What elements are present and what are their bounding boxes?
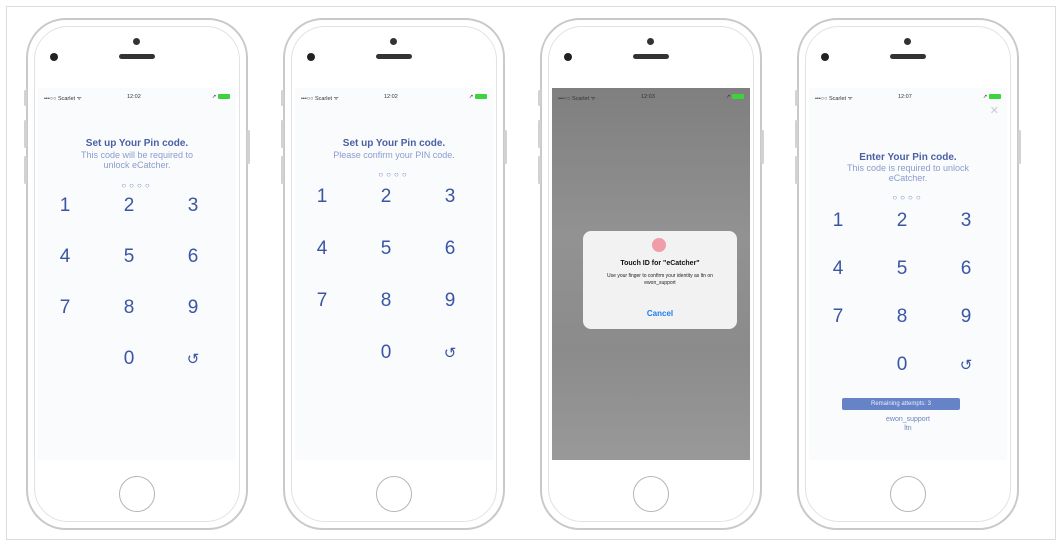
key-8[interactable]: 8 xyxy=(882,306,922,328)
carrier: •••○○ Scarlet ᯤ xyxy=(815,96,853,102)
status-right: ➚ xyxy=(726,94,744,100)
status-bar: •••○○ Scarlet ᯤ 12:02 ➚ xyxy=(295,92,493,104)
username: ewon_support xyxy=(886,416,930,423)
touch-id-dialog: Touch ID for "eCatcher" Use your finger … xyxy=(583,231,737,329)
key-6[interactable]: 6 xyxy=(430,238,470,260)
sensor-icon xyxy=(307,53,315,61)
key-4[interactable]: 4 xyxy=(818,258,858,280)
home-button-icon[interactable] xyxy=(633,476,669,512)
speaker-grille xyxy=(890,54,926,59)
key-8[interactable]: 8 xyxy=(109,297,149,319)
page-title: Set up Your Pin code. xyxy=(85,138,189,149)
carrier: •••○○ Scarlet ᯤ xyxy=(558,96,596,102)
location-arrow-icon: ➚ xyxy=(211,94,217,100)
screen: •••○○ Scarlet ᯤ 12:03 ➚ Touch ID for "eC… xyxy=(552,88,750,460)
reset-icon[interactable]: ↺ xyxy=(430,344,470,362)
status-right: ➚ xyxy=(469,94,487,100)
key-9[interactable]: 9 xyxy=(946,306,986,328)
carrier: •••○○ Scarlet ᯤ xyxy=(44,96,82,102)
screen: •••○○ Scarlet ᯤ 12:07 ➚ ✕ Enter Your Pin… xyxy=(809,88,1007,460)
status-bar: •••○○ Scarlet ᯤ 12:02 ➚ xyxy=(38,92,236,104)
reset-icon[interactable]: ↺ xyxy=(946,356,986,374)
key-2[interactable]: 2 xyxy=(366,186,406,208)
status-bar: •••○○ Scarlet ᯤ 12:03 ➚ xyxy=(552,92,750,104)
key-1[interactable]: 1 xyxy=(302,186,342,208)
status-right: ➚ xyxy=(212,94,230,100)
battery-icon xyxy=(218,94,230,100)
key-6[interactable]: 6 xyxy=(946,258,986,280)
location-arrow-icon: ➚ xyxy=(725,94,731,100)
status-time: 12:07 xyxy=(898,94,912,100)
page-subtitle: This code is required to unlock eCatcher… xyxy=(846,163,970,183)
dialog-body: Use your finger to confirm your identity… xyxy=(607,273,713,286)
key-9[interactable]: 9 xyxy=(173,297,213,319)
dialog-title: Touch ID for "eCatcher" xyxy=(620,260,700,267)
key-4[interactable]: 4 xyxy=(45,246,85,268)
key-3[interactable]: 3 xyxy=(173,195,213,217)
screen: •••○○ Scarlet ᯤ 12:02 ➚ Set up Your Pin … xyxy=(38,88,236,460)
pin-dots: ○○○○ xyxy=(121,181,153,190)
speaker-grille xyxy=(633,54,669,59)
page-title: Enter Your Pin code. xyxy=(859,152,957,163)
phone-4: •••○○ Scarlet ᯤ 12:07 ➚ ✕ Enter Your Pin… xyxy=(795,18,1021,530)
close-icon[interactable]: ✕ xyxy=(990,104,999,117)
speaker-grille xyxy=(119,54,155,59)
key-7[interactable]: 7 xyxy=(302,290,342,312)
battery-icon xyxy=(989,94,1001,100)
front-camera-icon xyxy=(133,38,140,45)
key-0[interactable]: 0 xyxy=(366,342,406,364)
key-7[interactable]: 7 xyxy=(818,306,858,328)
key-1[interactable]: 1 xyxy=(45,195,85,217)
front-camera-icon xyxy=(390,38,397,45)
key-5[interactable]: 5 xyxy=(109,246,149,268)
key-9[interactable]: 9 xyxy=(430,290,470,312)
key-5[interactable]: 5 xyxy=(882,258,922,280)
pin-dots: ○○○○ xyxy=(378,170,410,179)
fingerprint-icon xyxy=(652,238,666,252)
home-button-icon[interactable] xyxy=(119,476,155,512)
home-button-icon[interactable] xyxy=(890,476,926,512)
status-time: 12:03 xyxy=(641,94,655,100)
sensor-icon xyxy=(821,53,829,61)
cancel-button[interactable]: Cancel xyxy=(583,309,737,318)
key-0[interactable]: 0 xyxy=(882,354,922,376)
sensor-icon xyxy=(564,53,572,61)
page-subtitle: Please confirm your PIN code. xyxy=(333,150,455,160)
status-bar: •••○○ Scarlet ᯤ 12:07 ➚ xyxy=(809,92,1007,104)
location-arrow-icon: ➚ xyxy=(468,94,474,100)
key-7[interactable]: 7 xyxy=(45,297,85,319)
sensor-icon xyxy=(50,53,58,61)
key-5[interactable]: 5 xyxy=(366,238,406,260)
front-camera-icon xyxy=(904,38,911,45)
key-4[interactable]: 4 xyxy=(302,238,342,260)
page-title: Set up Your Pin code. xyxy=(342,138,446,149)
home-button-icon[interactable] xyxy=(376,476,412,512)
remaining-attempts-badge: Remaining attempts: 3 xyxy=(842,398,960,410)
page-subtitle: This code will be required to unlock eCa… xyxy=(80,150,194,170)
status-time: 12:02 xyxy=(384,94,398,100)
phone-1: •••○○ Scarlet ᯤ 12:02 ➚ Set up Your Pin … xyxy=(24,18,250,530)
phone-3: •••○○ Scarlet ᯤ 12:03 ➚ Touch ID for "eC… xyxy=(538,18,764,530)
key-3[interactable]: 3 xyxy=(946,210,986,232)
key-3[interactable]: 3 xyxy=(430,186,470,208)
key-1[interactable]: 1 xyxy=(818,210,858,232)
speaker-grille xyxy=(376,54,412,59)
carrier: •••○○ Scarlet ᯤ xyxy=(301,96,339,102)
front-camera-icon xyxy=(647,38,654,45)
site-name: ltn xyxy=(904,425,912,432)
status-time: 12:02 xyxy=(127,94,141,100)
key-8[interactable]: 8 xyxy=(366,290,406,312)
battery-icon xyxy=(475,94,487,100)
key-0[interactable]: 0 xyxy=(109,348,149,370)
key-2[interactable]: 2 xyxy=(882,210,922,232)
pin-dots: ○○○○ xyxy=(892,193,924,202)
screen: •••○○ Scarlet ᯤ 12:02 ➚ Set up Your Pin … xyxy=(295,88,493,460)
key-6[interactable]: 6 xyxy=(173,246,213,268)
battery-icon xyxy=(732,94,744,100)
key-2[interactable]: 2 xyxy=(109,195,149,217)
reset-icon[interactable]: ↺ xyxy=(173,350,213,368)
location-arrow-icon: ➚ xyxy=(982,94,988,100)
phone-2: •••○○ Scarlet ᯤ 12:02 ➚ Set up Your Pin … xyxy=(281,18,507,530)
status-right: ➚ xyxy=(983,94,1001,100)
